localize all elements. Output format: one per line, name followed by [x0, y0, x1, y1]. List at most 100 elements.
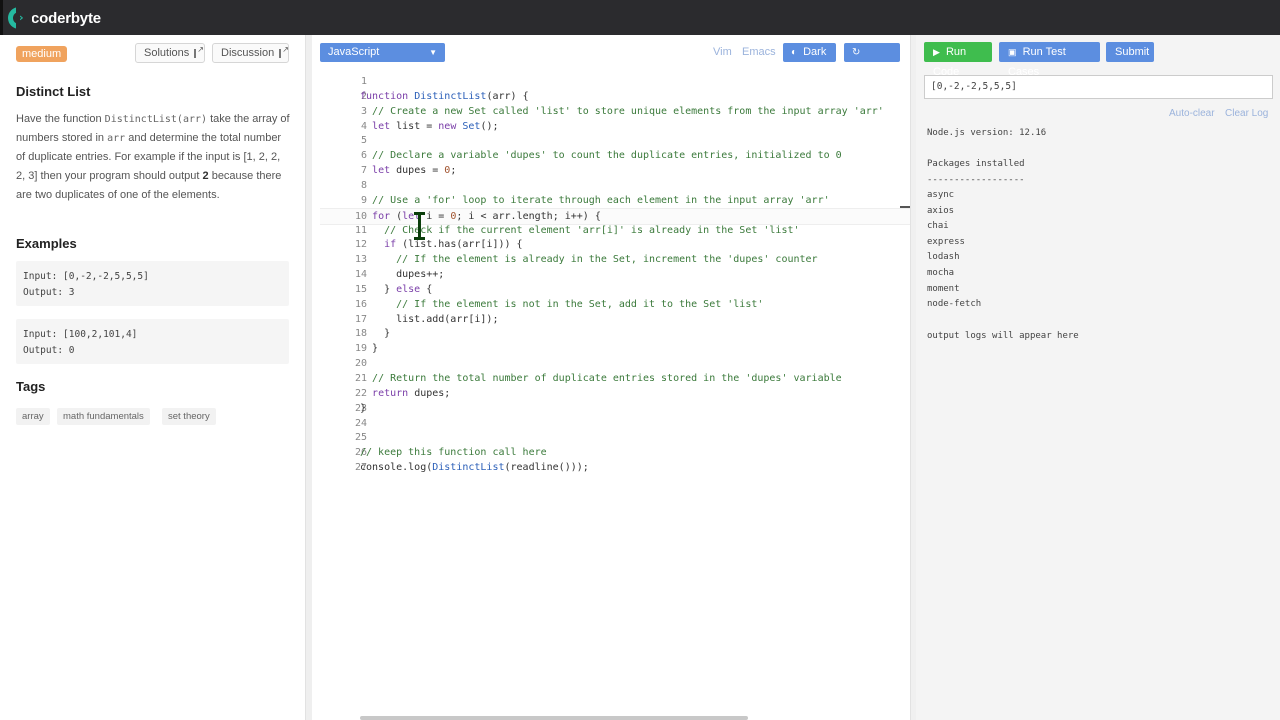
code-text: // Check if the current element 'arr[i]'… [384, 224, 800, 236]
play-icon: ▶ [933, 47, 940, 57]
code-line[interactable]: 23} [320, 401, 910, 416]
line-number: 1 [360, 76, 367, 87]
code-line[interactable]: 18 } [320, 326, 910, 341]
window-edge [0, 0, 3, 35]
emacs-mode-link[interactable]: Emacs [742, 46, 776, 58]
code-text: // Use a 'for' loop to iterate through e… [372, 194, 830, 206]
coderbyte-logo[interactable]: › coderbyte [8, 6, 101, 30]
examples-heading: Examples [16, 236, 77, 251]
solutions-button[interactable]: Solutions [135, 43, 205, 63]
submit-button[interactable]: Submit [1106, 42, 1154, 62]
caret-down-icon: ▼ [429, 48, 437, 57]
code-line[interactable]: 25 [320, 430, 910, 445]
code-line[interactable]: 26// keep this function call here [320, 445, 910, 460]
language-select[interactable]: JavaScript ▼ [320, 43, 445, 62]
code-text: return dupes; [372, 387, 451, 399]
code-line[interactable]: 1 [320, 74, 910, 89]
moon-icon: ◐ [791, 47, 798, 58]
run-test-cases-button[interactable]: ▣ Run Test Cases [999, 42, 1100, 78]
code-line[interactable]: 24 [320, 416, 910, 431]
code-line[interactable]: 12 if (list.has(arr[i])) { [320, 237, 910, 252]
problem-title: Distinct List [16, 84, 91, 99]
external-link-icon [279, 45, 289, 58]
discussion-label: Discussion [221, 47, 275, 59]
top-bar: › coderbyte [0, 0, 1280, 35]
code-text: function DistinctList(arr) { [360, 90, 529, 102]
package-item: mocha [927, 268, 955, 278]
panel-resize-handle[interactable] [305, 35, 312, 720]
dark-label: Dark [803, 46, 827, 58]
code-text: } else { [360, 283, 433, 295]
code-text: } [360, 328, 391, 340]
inline-code: DistinctList(arr) [104, 114, 208, 125]
code-line[interactable]: 17 list.add(arr[i]); [320, 312, 910, 327]
console-separator: ------------------ [927, 175, 1025, 185]
code-text: } [360, 402, 367, 414]
code-line[interactable]: 16 // If the element is not in the Set, … [320, 297, 910, 312]
code-line[interactable]: 9 // Use a 'for' loop to iterate through… [320, 193, 910, 208]
line-number: 24 [354, 417, 367, 429]
code-text: // Declare a variable 'dupes' to count t… [372, 150, 842, 162]
dark-mode-button[interactable]: ◐ Dark [783, 43, 836, 62]
code-line[interactable]: 22 return dupes; [320, 386, 910, 401]
line-number: 25 [354, 432, 367, 444]
clear-log-link[interactable]: Clear Log [1225, 108, 1268, 119]
package-item: async [927, 190, 955, 200]
code-text: let dupes = 0; [372, 165, 457, 177]
test-icon: ▣ [1008, 47, 1017, 57]
code-line[interactable]: 4 let list = new Set(); [320, 119, 910, 134]
packages-heading: Packages installed [927, 159, 1025, 169]
logo-icon: › [8, 6, 32, 30]
code-text: for (let i = 0; i < arr.length; i++) { [372, 210, 601, 222]
horizontal-scrollbar[interactable] [360, 716, 748, 720]
code-line[interactable]: 14 dupes++; [320, 267, 910, 282]
code-text: // Return the total number of duplicate … [372, 373, 842, 384]
package-item: express [927, 236, 965, 247]
example-block: Input: [0,-2,-2,5,5,5] Output: 3 [16, 261, 289, 306]
code-line[interactable]: 15 } else { [320, 282, 910, 297]
code-text: // If the element is already in the Set,… [396, 254, 818, 266]
logo-text: coderbyte [31, 9, 101, 27]
reset-icon: ↻ [852, 47, 861, 58]
code-text: if (list.has(arr[i])) { [384, 239, 523, 251]
code-line[interactable]: 7 let dupes = 0; [320, 163, 910, 178]
code-line[interactable]: 27 console.log(DistinctList(readline())); [320, 460, 910, 475]
inline-code: arr [107, 133, 126, 144]
code-line[interactable]: 21 // Return the total number of duplica… [320, 371, 910, 386]
code-line[interactable]: 6 // Declare a variable 'dupes' to count… [320, 148, 910, 163]
tag-set-theory[interactable]: set theory [162, 408, 216, 425]
code-text: dupes++; [360, 269, 445, 281]
auto-clear-toggle[interactable]: Auto-clear [1169, 108, 1215, 119]
discussion-button[interactable]: Discussion [212, 43, 289, 63]
line-number: 5 [360, 135, 367, 147]
run-code-button[interactable]: ▶ Run Code [924, 42, 992, 78]
code-line[interactable]: 20 [320, 356, 910, 371]
reset-button[interactable]: ↻ Reset [844, 43, 900, 77]
code-text: list.add(arr[i]); [360, 313, 499, 325]
language-value: JavaScript [328, 46, 380, 58]
code-line[interactable]: 19 } [320, 341, 910, 356]
code-line[interactable]: 13 // If the element is already in the S… [320, 252, 910, 267]
code-text: let list = new Set(); [372, 120, 499, 132]
code-line[interactable]: 11 // Check if the current element 'arr[… [320, 223, 910, 238]
code-line[interactable]: 3 // Create a new Set called 'list' to s… [320, 104, 910, 119]
code-line[interactable]: 5 [320, 133, 910, 148]
package-item: node-fetch [927, 299, 982, 310]
example-block: Input: [100,2,101,4] Output: 0 [16, 319, 289, 364]
solutions-label: Solutions [144, 47, 190, 59]
submit-label: Submit [1115, 46, 1150, 58]
package-item: lodash [927, 252, 960, 263]
tag-math-fundamentals[interactable]: math fundamentals [57, 408, 150, 425]
code-text: console.log(DistinctList(readline())); [360, 462, 589, 474]
code-text: // Create a new Set called 'list' to sto… [372, 105, 884, 117]
code-text: // If the element is not in the Set, add… [396, 298, 764, 310]
code-line[interactable]: 2 function DistinctList(arr) { [320, 89, 910, 104]
package-item: moment [927, 283, 960, 294]
external-link-icon [194, 45, 204, 58]
code-line[interactable]: 8 [320, 178, 910, 193]
vim-mode-link[interactable]: Vim [713, 46, 732, 58]
text-cursor-icon [414, 212, 425, 240]
scroll-marker [900, 206, 910, 208]
tag-array[interactable]: array [16, 408, 50, 425]
test-input-field[interactable]: [0,-2,-2,5,5,5] [924, 75, 1273, 99]
